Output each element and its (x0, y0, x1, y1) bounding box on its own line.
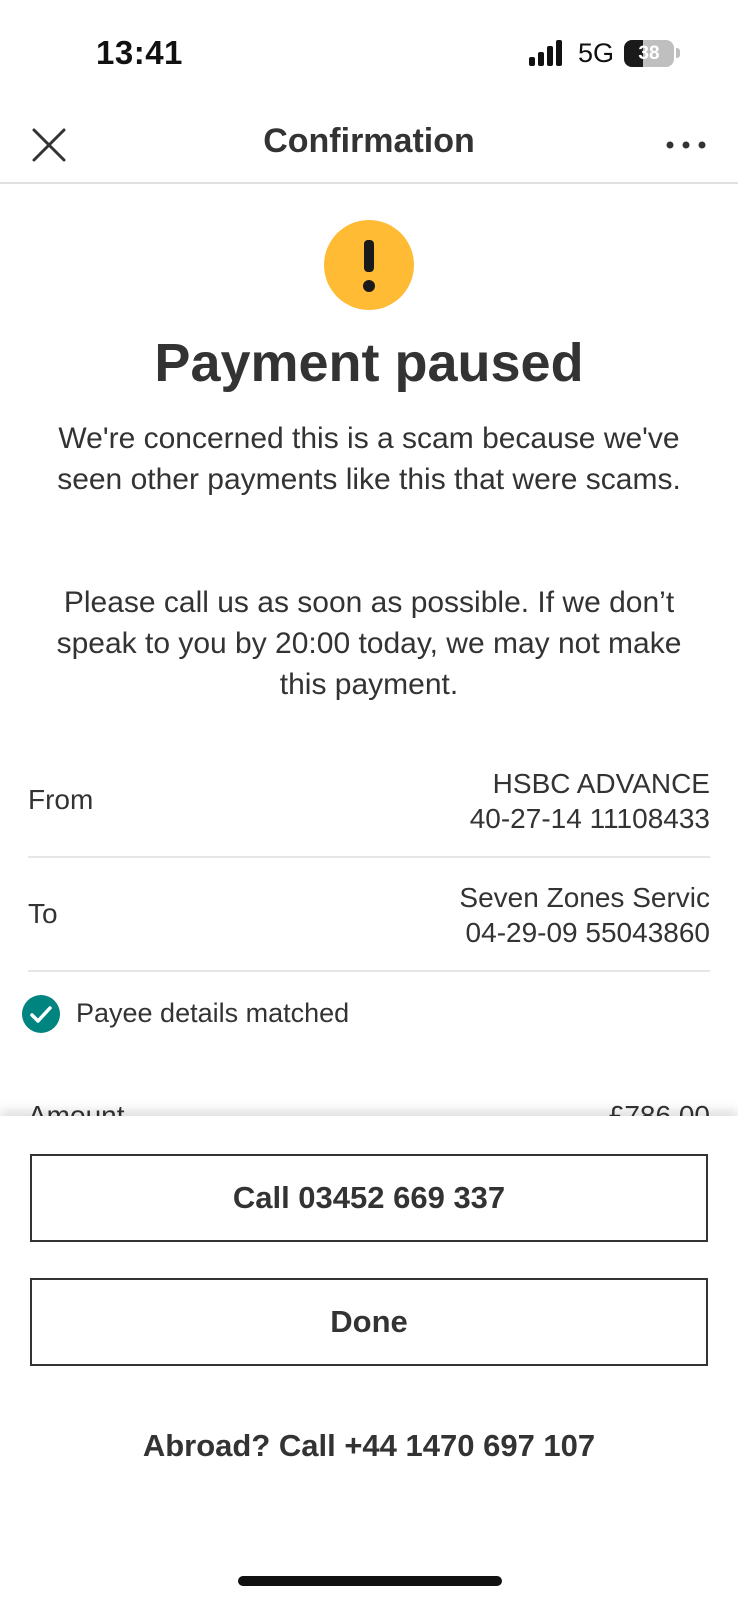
headline: Payment paused (154, 333, 584, 393)
call-button[interactable]: Call 03452 669 337 (30, 1154, 708, 1242)
signal-icon (529, 40, 565, 66)
call-deadline-message: Please call us as soon as possible. If w… (56, 586, 682, 701)
exclamation-icon (324, 220, 414, 310)
confirmation-screen: 13:41 5G 38 Confirmation Payment paused … (0, 0, 738, 1600)
to-values: Seven Zones Servic 04-29-09 55043860 (459, 880, 710, 950)
battery-percent: 38 (638, 43, 660, 64)
battery-cap (676, 48, 680, 58)
abroad-call-link[interactable]: Abroad? Call +44 1470 697 107 (0, 1428, 738, 1464)
done-button[interactable]: Done (30, 1278, 708, 1366)
nav-bar: Confirmation (0, 108, 738, 184)
to-account-number: 04-29-09 55043860 (465, 917, 710, 948)
more-horizontal-icon[interactable] (664, 124, 712, 166)
battery-icon: 38 (624, 40, 674, 67)
to-row: To Seven Zones Servic 04-29-09 55043860 (28, 878, 710, 972)
to-label: To (28, 898, 58, 929)
from-account-name: HSBC ADVANCE (492, 768, 710, 799)
check-circle-icon (22, 995, 60, 1033)
action-footer: Call 03452 669 337 Done Abroad? Call +44… (0, 1116, 738, 1600)
from-values: HSBC ADVANCE 40-27-14 11108433 (470, 766, 710, 836)
from-label: From (28, 784, 94, 815)
scam-warning-message: We're concerned this is a scam because w… (57, 422, 681, 496)
to-payee-name: Seven Zones Servic (459, 882, 710, 913)
from-row: From HSBC ADVANCE 40-27-14 11108433 (28, 764, 710, 858)
page-title: Confirmation (263, 122, 475, 160)
status-bar: 13:41 5G 38 (0, 0, 738, 108)
status-time: 13:41 (96, 34, 183, 71)
home-indicator (238, 1576, 502, 1586)
from-account-number: 40-27-14 11108433 (469, 803, 710, 834)
network-type: 5G (578, 38, 615, 68)
payee-check-text: Payee details matched (76, 998, 350, 1028)
